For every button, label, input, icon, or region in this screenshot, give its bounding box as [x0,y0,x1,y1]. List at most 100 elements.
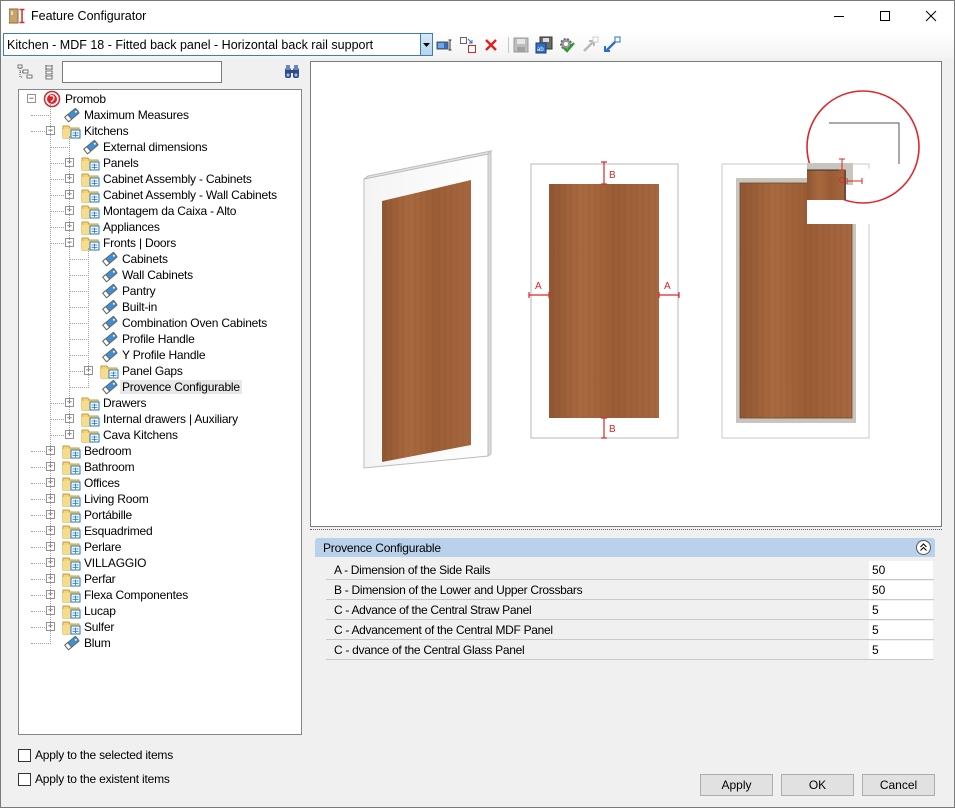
tree-node-label: Cabinet Assembly - Cabinets [103,172,252,186]
tree-connector [69,275,87,276]
tree-node-label: Profile Handle [122,332,195,346]
tree-node[interactable]: − Promob [19,90,301,108]
property-label: B - Dimension of the Lower and Upper Cro… [334,583,583,597]
property-row[interactable]: A - Dimension of the Side Rails 50 [326,560,934,580]
property-group-header[interactable]: Provence Configurable [315,538,935,557]
tree-node[interactable]: + Portábille [19,507,301,523]
ok-button[interactable]: OK [781,774,854,796]
binoculars-icon[interactable] [283,64,301,80]
toolbar-separator [508,37,509,53]
tree-node[interactable]: − Fronts | Doors [19,235,301,251]
property-value-input[interactable]: 50 [869,581,933,599]
expand-all-icon[interactable] [41,64,57,80]
tree-node[interactable]: + Internal drawers | Auxiliary [19,411,301,427]
tree-node[interactable]: + Bedroom [19,443,301,459]
property-value-input[interactable]: 5 [869,601,933,619]
tree-node[interactable]: Wall Cabinets [19,267,301,283]
tree-node-label: Living Room [84,492,149,506]
tree-node[interactable]: Built-in [19,299,301,315]
delete-button[interactable] [481,35,501,55]
property-row[interactable]: C - Advancement of the Central MDF Panel… [326,620,934,640]
tree-node[interactable]: + Appliances [19,219,301,235]
feature-tree[interactable]: − Promob Maximum Measures − Kitchens External… [18,89,302,735]
apply-selected-label: Apply to the selected items [35,748,174,762]
close-button[interactable] [908,1,954,31]
tree-node[interactable]: + Cabinet Assembly - Cabinets [19,171,301,187]
tree-node[interactable]: + Living Room [19,491,301,507]
property-value-input[interactable]: 50 [869,561,933,579]
tree-node-label: Promob [65,92,106,106]
delete-icon [485,39,497,51]
tree-node[interactable]: + Drawers [19,395,301,411]
save-button[interactable] [511,35,531,55]
rename-button[interactable] [435,35,455,55]
tree-node[interactable]: − Kitchens [19,123,301,139]
cancel-button[interactable]: Cancel [862,774,935,796]
tree-node[interactable]: + Flexa Componentes [19,587,301,603]
property-label: C - dvance of the Central Glass Panel [334,643,525,657]
copy-to-button[interactable] [458,35,478,55]
preset-combobox[interactable]: Kitchen - MDF 18 - Fitted back panel - H… [3,33,433,56]
tree-node[interactable]: Y Profile Handle [19,347,301,363]
dropdown-arrow-button[interactable] [420,34,432,55]
apply-existent-checkbox[interactable] [18,772,31,786]
apply-button[interactable]: Apply [700,774,773,796]
minimize-button[interactable] [816,1,862,31]
collapse-all-icon[interactable] [17,64,33,80]
tree-node[interactable]: + VILLAGGIO [19,555,301,571]
tree-node-label: Montagem da Caixa - Alto [103,204,237,218]
tree-node[interactable]: + Panels [19,155,301,171]
preview-splitter[interactable] [310,527,942,530]
property-row[interactable]: B - Dimension of the Lower and Upper Cro… [326,580,934,600]
apply-config-button[interactable] [557,35,577,55]
tree-node[interactable]: + Perfar [19,571,301,587]
tree-node[interactable]: + Panel Gaps [19,363,301,379]
apply-selected-checkbox[interactable] [18,748,31,762]
gear-check-icon [560,38,575,53]
tree-node-label: Sulfer [84,620,115,634]
tree-node[interactable]: + Montagem da Caixa - Alto [19,203,301,219]
collapse-group-button[interactable] [916,540,931,555]
tree-connector [50,147,68,148]
collapse-node-icon[interactable]: − [27,94,36,103]
tree-node[interactable]: + Esquadrimed [19,523,301,539]
tree-node[interactable]: + Cabinet Assembly - Wall Cabinets [19,187,301,203]
tree-node[interactable]: Cabinets [19,251,301,267]
feature-tag-icon [62,635,82,654]
tree-node-label: External dimensions [103,140,208,154]
maximize-button[interactable] [862,1,908,31]
save-as-button[interactable]: ab [534,35,554,55]
import-button[interactable] [602,35,622,55]
tree-node[interactable]: Profile Handle [19,331,301,347]
tree-node[interactable]: Combination Oven Cabinets [19,315,301,331]
tree-node[interactable]: Pantry [19,283,301,299]
close-icon [925,10,937,22]
tree-node[interactable]: Provence Configurable [19,379,301,395]
tree-node[interactable]: + Offices [19,475,301,491]
tree-search-input[interactable] [62,61,222,83]
tree-node[interactable]: Blum [19,635,301,651]
tree-node[interactable]: External dimensions [19,139,301,155]
tree-node[interactable]: + Perlare [19,539,301,555]
property-label: C - Advancement of the Central MDF Panel [334,623,553,637]
property-row[interactable]: C - Advance of the Central Straw Panel 5 [326,600,934,620]
main-toolbar: Kitchen - MDF 18 - Fitted back panel - H… [1,31,954,59]
tree-node-label: Y Profile Handle [122,348,206,362]
tree-connector [69,355,87,356]
tree-node[interactable]: + Cava Kitchens [19,427,301,443]
tree-node[interactable]: + Sulfer [19,619,301,635]
title-bar: Feature Configurator [1,1,954,31]
property-row[interactable]: C - dvance of the Central Glass Panel 5 [326,640,934,660]
tree-node[interactable]: + Lucap [19,603,301,619]
tree-guide-line [88,248,89,388]
copy-to-icon [460,37,476,53]
apply-selected-option[interactable]: Apply to the selected items [18,747,173,763]
apply-existent-option[interactable]: Apply to the existent items [18,771,170,787]
tree-node[interactable]: + Bathroom [19,459,301,475]
tree-connector [69,307,87,308]
tree-connector [69,291,87,292]
property-value-input[interactable]: 5 [869,641,933,659]
property-value-input[interactable]: 5 [869,621,933,639]
export-button[interactable] [580,35,600,55]
tree-node[interactable]: Maximum Measures [19,107,301,123]
